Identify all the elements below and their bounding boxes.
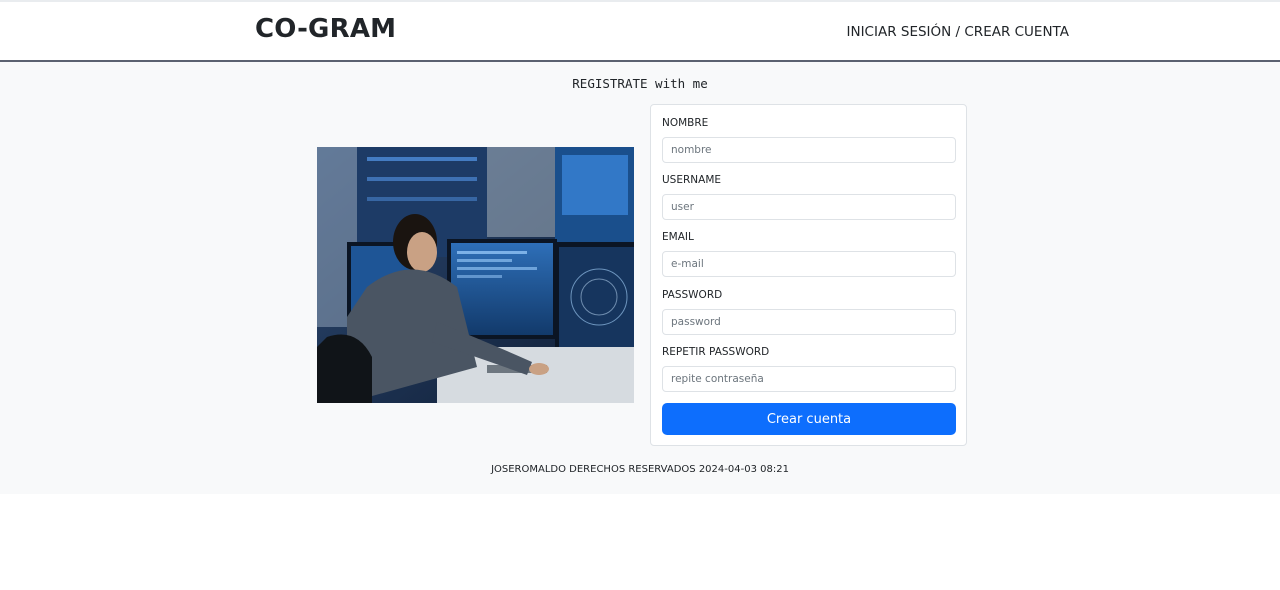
email-label: EMAIL bbox=[662, 231, 694, 243]
brand-logo[interactable]: CO-GRAM bbox=[255, 14, 396, 44]
nombre-label: NOMBRE bbox=[662, 117, 709, 129]
password-label: PASSWORD bbox=[662, 289, 723, 301]
login-register-link[interactable]: INICIAR SESIÓN / CREAR CUENTA bbox=[847, 24, 1070, 40]
page-title: REGISTRATE with me bbox=[572, 76, 708, 91]
navbar: CO-GRAM INICIAR SESIÓN / CREAR CUENTA bbox=[0, 2, 1280, 62]
register-form: NOMBRE USERNAME EMAIL PASSWORD REPETIR P… bbox=[650, 104, 967, 446]
repeat-password-label: REPETIR PASSWORD bbox=[662, 346, 770, 358]
create-account-button[interactable]: Crear cuenta bbox=[662, 403, 956, 435]
username-label: USERNAME bbox=[662, 174, 722, 186]
programmer-photo-illustration bbox=[317, 147, 634, 403]
email-input[interactable] bbox=[662, 251, 956, 277]
username-input[interactable] bbox=[662, 194, 956, 220]
repeat-password-input[interactable] bbox=[662, 366, 956, 392]
hero-image bbox=[317, 147, 634, 403]
main-content: REGISTRATE with me NOMBRE nombre USERNAM… bbox=[0, 62, 1280, 494]
password-input[interactable] bbox=[662, 309, 956, 335]
footer-copyright: JOSEROMALDO DERECHOS RESERVADOS 2024-04-… bbox=[491, 464, 789, 475]
nombre-input[interactable] bbox=[662, 137, 956, 163]
